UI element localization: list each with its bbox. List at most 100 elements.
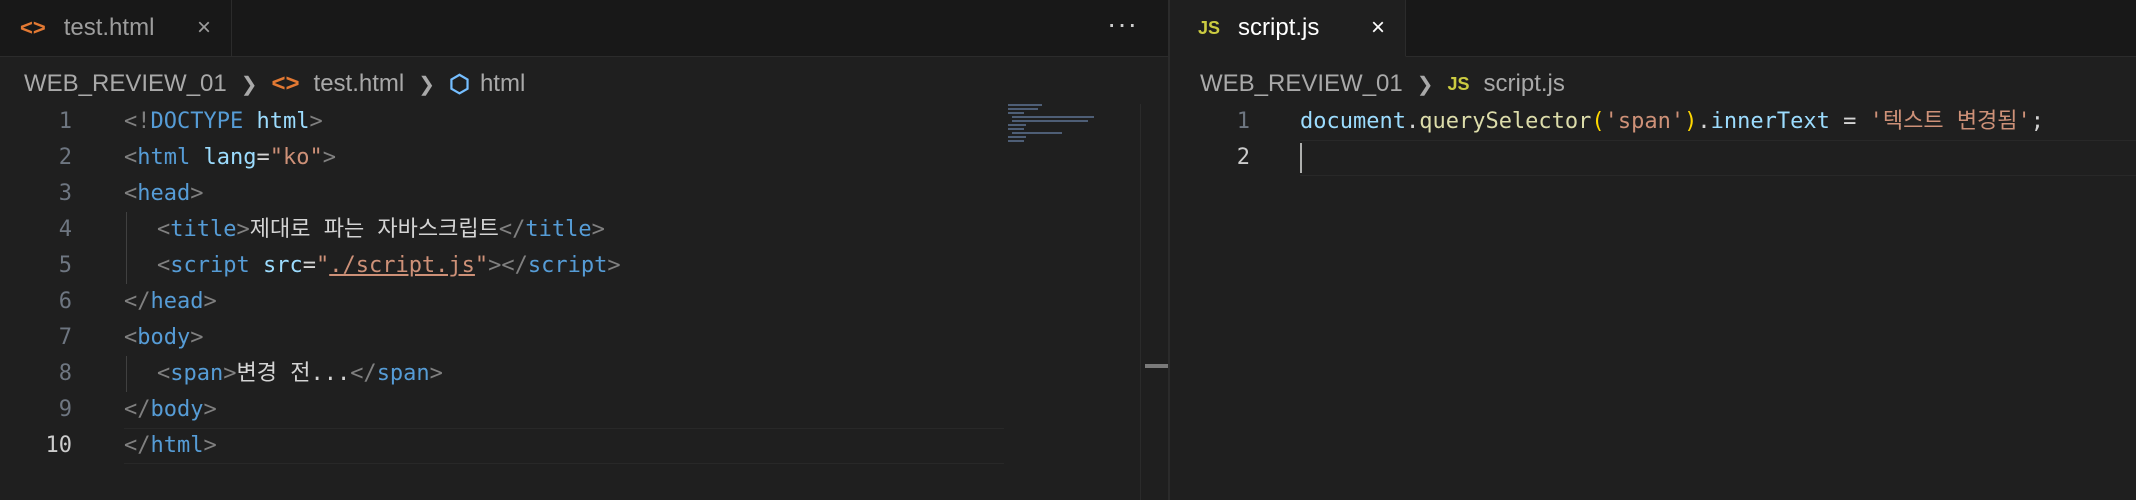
close-icon[interactable]: ×: [197, 14, 211, 42]
right-editor-group: JS script.js × WEB_REVIEW_01 ❯ JS script…: [1170, 0, 2136, 500]
token: ;: [2030, 109, 2045, 134]
token: >: [309, 109, 323, 134]
token: <!: [124, 109, 151, 134]
scrollbar-thumb[interactable]: [1145, 364, 1168, 368]
tab-label: script.js: [1238, 14, 1320, 41]
code-line: <title>제대로 파는 자바스크립트</title>: [124, 212, 621, 248]
token: body: [137, 325, 191, 350]
line-number: 5: [58, 253, 72, 278]
token: innerText: [1710, 109, 1830, 134]
js-file-icon: JS: [1198, 17, 1221, 38]
minimap-line: [1008, 136, 1026, 138]
line-number-gutter: 1 2: [1170, 104, 1250, 176]
code-lines: document.querySelector('span').innerText…: [1300, 104, 2044, 176]
token: html: [243, 109, 310, 134]
token: >: [429, 361, 443, 386]
token: span: [170, 361, 224, 386]
minimap-line: [1012, 116, 1094, 118]
token: </: [350, 361, 377, 386]
breadcrumb-file[interactable]: test.html: [314, 70, 405, 98]
token: body: [150, 397, 204, 422]
token: =: [302, 253, 316, 278]
token: >: [236, 217, 250, 242]
token: >: [190, 325, 204, 350]
token: <: [124, 181, 138, 206]
minimap-line: [1012, 132, 1062, 134]
line-number-active: 10: [45, 433, 73, 458]
token: .: [1405, 109, 1420, 134]
line-number: 3: [58, 181, 72, 206]
line-number: 1: [1236, 109, 1250, 134]
code-line: <html lang="ko">: [124, 140, 621, 176]
token: .: [1697, 109, 1711, 134]
minimap-line: [1008, 124, 1026, 126]
minimap-line: [1008, 108, 1038, 110]
token: lang: [190, 145, 257, 170]
token: <: [157, 253, 171, 278]
token: >: [322, 145, 336, 170]
token: title: [170, 217, 237, 242]
indent-guide: [126, 356, 157, 392]
token: <: [124, 325, 138, 350]
left-editor-group: <> test.html × ··· WEB_REVIEW_01 ❯ <> te…: [0, 0, 1168, 500]
breadcrumb: WEB_REVIEW_01 ❯ <> test.html ❯ ⬡ html: [24, 66, 525, 102]
code-line: <head>: [124, 176, 621, 212]
close-icon[interactable]: ×: [1371, 14, 1385, 42]
line-number: 2: [58, 145, 72, 170]
breadcrumb: WEB_REVIEW_01 ❯ JS script.js: [1200, 66, 1565, 102]
token: 'span': [1604, 109, 1685, 134]
chevron-right-icon: ❯: [1416, 73, 1434, 96]
code-line: <script src="./script.js"></script>: [124, 248, 621, 284]
more-actions-icon[interactable]: ···: [1107, 8, 1138, 40]
token: >: [203, 397, 217, 422]
minimap-line: [1008, 128, 1024, 130]
token: head: [137, 181, 191, 206]
breadcrumb-folder[interactable]: WEB_REVIEW_01: [1200, 70, 1403, 98]
token: </: [498, 217, 526, 242]
token: html: [137, 145, 191, 170]
code-line: <body>: [124, 320, 621, 356]
breadcrumb-file[interactable]: script.js: [1484, 70, 1565, 98]
code-line: [1300, 140, 2044, 176]
token: document: [1300, 109, 1406, 134]
html-file-icon: <>: [271, 70, 300, 97]
token: head: [150, 289, 204, 314]
minimap-line: [1008, 112, 1024, 114]
text-cursor: [1300, 143, 1302, 173]
js-file-icon: JS: [1447, 73, 1470, 94]
code-editor[interactable]: 1 2 3 4 5 6 7 8 9 10 <!DOCTYPE html> <ht…: [0, 104, 1168, 500]
left-tab-bar: <> test.html × ···: [0, 0, 1168, 57]
code-line: </html>: [124, 428, 621, 464]
token: >: [223, 361, 237, 386]
vertical-scrollbar[interactable]: [1140, 104, 1168, 500]
line-number: 9: [58, 397, 72, 422]
token: <: [157, 361, 171, 386]
token: >: [203, 433, 217, 458]
line-number: 7: [58, 325, 72, 350]
token: querySelector: [1419, 109, 1592, 134]
token: title: [525, 217, 592, 242]
token: <: [124, 145, 138, 170]
token: </: [124, 397, 151, 422]
token: src: [249, 253, 303, 278]
token: </: [124, 433, 151, 458]
token: (: [1591, 109, 1605, 134]
token: ></: [488, 253, 528, 278]
line-number: 6: [58, 289, 72, 314]
code-line: </head>: [124, 284, 621, 320]
breadcrumb-symbol[interactable]: html: [480, 70, 525, 98]
minimap[interactable]: [1008, 104, 1108, 164]
breadcrumb-folder[interactable]: WEB_REVIEW_01: [24, 70, 227, 98]
indent-guide: [126, 212, 157, 248]
code-line: <span>변경 전...</span>: [124, 356, 621, 392]
token: >: [591, 217, 605, 242]
token: '텍스트 변경됨': [1869, 109, 2031, 134]
token: 제대로 파는 자바스크립트: [249, 217, 499, 242]
line-number: 4: [58, 217, 72, 242]
code-editor[interactable]: 1 2 document.querySelector('span').inner…: [1170, 104, 2136, 500]
token: "ko": [269, 145, 323, 170]
tab-script-js[interactable]: JS script.js ×: [1170, 0, 1406, 57]
tab-test-html[interactable]: <> test.html ×: [0, 0, 232, 56]
minimap-line: [1008, 140, 1024, 142]
script-src-link[interactable]: ./script.js: [329, 253, 475, 278]
